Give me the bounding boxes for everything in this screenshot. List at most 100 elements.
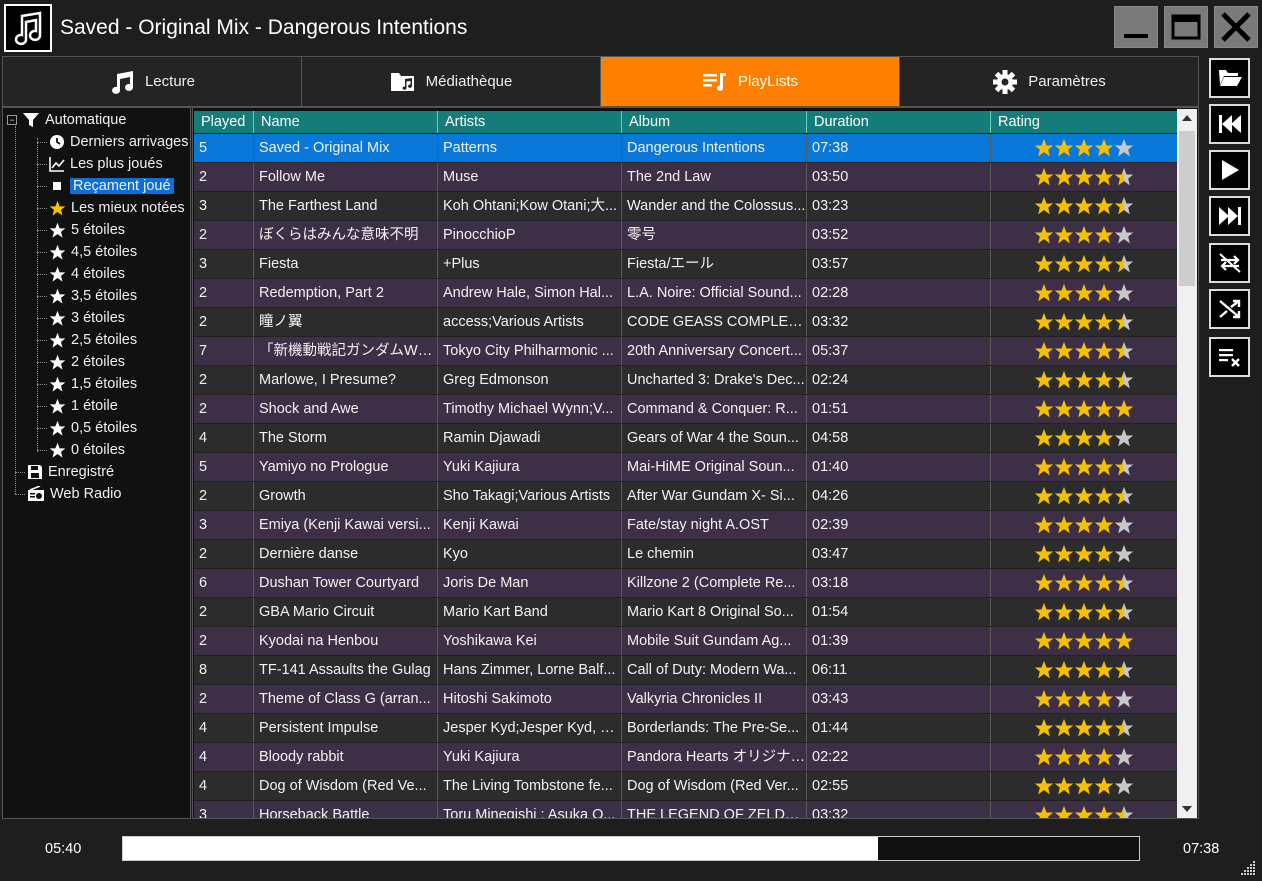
rating-stars[interactable] (991, 482, 1177, 510)
play-button[interactable] (1209, 150, 1250, 190)
star-icon (1054, 225, 1074, 245)
rating-stars[interactable] (991, 685, 1177, 713)
rating-stars[interactable] (991, 569, 1177, 597)
table-row[interactable]: 5 Yamiyo no Prologue Yuki Kajiura Mai-HiME … (194, 453, 1177, 482)
vertical-scrollbar[interactable] (1177, 109, 1197, 818)
table-row[interactable]: 8 TF-141 Assaults the Gulag Hans Zimmer, L… (194, 656, 1177, 685)
tree-node-item[interactable]: 4,5 étoiles (49, 242, 137, 262)
table-row[interactable]: 2 Redemption, Part 2 Andrew Hale, Simon Ha… (194, 279, 1177, 308)
table-row[interactable]: 4 Dog of Wisdom (Red Ve... The Living Tomb… (194, 772, 1177, 801)
tree-node-item[interactable]: 5 étoiles (49, 220, 125, 240)
tree-node-automatique[interactable]: − Automatique (7, 110, 126, 130)
rating-stars[interactable] (991, 192, 1177, 220)
rating-stars[interactable] (991, 772, 1177, 800)
tree-node-item[interactable]: 4 étoiles (49, 264, 125, 284)
rating-stars[interactable] (991, 279, 1177, 307)
table-row[interactable]: 2 Growth Sho Takagi;Various Artists After W… (194, 482, 1177, 511)
tree-node-item[interactable]: Les plus joués (49, 154, 163, 174)
table-row[interactable]: 4 Bloody rabbit Yuki Kajiura Pandora Hearts… (194, 743, 1177, 772)
cell-artists: +Plus (438, 250, 622, 278)
rating-stars[interactable] (991, 134, 1177, 162)
tree-node-item[interactable]: 0 étoiles (49, 440, 125, 460)
table-row[interactable]: 2 Shock and Awe Timothy Michael Wynn;V... C… (194, 395, 1177, 424)
tab-parametres[interactable]: Paramètres (900, 57, 1198, 106)
next-track-button[interactable] (1209, 196, 1250, 236)
rating-stars[interactable] (991, 337, 1177, 365)
tree-node-item[interactable]: Les mieux notées (49, 198, 185, 218)
column-header-artists[interactable]: Artists (438, 111, 622, 133)
table-row[interactable]: 2 Follow Me Muse The 2nd Law 03:50 (194, 163, 1177, 192)
table-row[interactable]: 3 Fiesta +Plus Fiesta/エール 03:57 (194, 250, 1177, 279)
column-header-played[interactable]: Played (194, 111, 254, 133)
column-header-album[interactable]: Album (622, 111, 807, 133)
minimize-button[interactable] (1114, 6, 1158, 48)
table-row[interactable]: 2 Theme of Class G (arran... Hitoshi Sakim… (194, 685, 1177, 714)
rating-stars[interactable] (991, 453, 1177, 481)
rating-stars[interactable] (991, 395, 1177, 423)
cell-duration: 03:47 (807, 540, 991, 568)
rating-stars[interactable] (991, 511, 1177, 539)
column-header-duration[interactable]: Duration (807, 111, 991, 133)
rating-stars[interactable] (991, 308, 1177, 336)
table-row[interactable]: 2 Dernière danse Kyo Le chemin 03:47 (194, 540, 1177, 569)
table-row[interactable]: 2 Marlowe, I Presume? Greg Edmonson Unchart… (194, 366, 1177, 395)
rating-stars[interactable] (991, 598, 1177, 626)
cell-played: 3 (194, 801, 254, 818)
tree-node-enregistre[interactable]: Enregistré (27, 462, 114, 482)
table-row[interactable]: 6 Dushan Tower Courtyard Joris De Man Killz… (194, 569, 1177, 598)
table-row[interactable]: 2 ぼくらはみんな意味不明 PinocchioP 零号 03:52 (194, 221, 1177, 250)
rating-stars[interactable] (991, 424, 1177, 452)
tree-node-item[interactable]: 2,5 étoiles (49, 330, 137, 350)
rating-stars[interactable] (991, 743, 1177, 771)
tab-mediatheque[interactable]: Médiathèque (302, 57, 601, 106)
previous-track-button[interactable] (1209, 104, 1250, 144)
table-row[interactable]: 3 Horseback Battle Toru Minegishi ; Asuka … (194, 801, 1177, 818)
table-row[interactable]: 4 Persistent Impulse Jesper Kyd;Jesper Kyd… (194, 714, 1177, 743)
star-icon (1114, 254, 1134, 274)
rating-stars[interactable] (991, 801, 1177, 818)
table-row[interactable]: 3 The Farthest Land Koh Ohtani;Kow Otani;大… (194, 192, 1177, 221)
shuffle-button[interactable] (1209, 289, 1250, 329)
rating-stars[interactable] (991, 163, 1177, 191)
table-row[interactable]: 4 The Storm Ramin Djawadi Gears of War 4 th… (194, 424, 1177, 453)
collapse-toggle-icon[interactable]: − (7, 115, 17, 125)
column-header-name[interactable]: Name (254, 111, 438, 133)
maximize-button[interactable] (1164, 6, 1208, 48)
rating-stars[interactable] (991, 656, 1177, 684)
tree-node-item[interactable]: 1 étoile (49, 396, 118, 416)
rating-stars[interactable] (991, 221, 1177, 249)
rating-stars[interactable] (991, 540, 1177, 568)
tree-node-web-radio[interactable]: Web Radio (27, 484, 121, 504)
tree-node-item[interactable]: 0,5 étoiles (49, 418, 137, 438)
tree-node-item[interactable]: Reçament joué (49, 176, 174, 196)
rating-stars[interactable] (991, 250, 1177, 278)
table-row[interactable]: 5 Saved - Original Mix Patterns Dangerous I… (194, 134, 1177, 163)
table-row[interactable]: 7 「新機動戦記ガンダムW」... Tokyo City Philharmonic … (194, 337, 1177, 366)
table-row[interactable]: 2 Kyodai na Henbou Yoshikawa Kei Mobile Sui… (194, 627, 1177, 656)
open-folder-button[interactable] (1209, 58, 1250, 98)
rating-stars[interactable] (991, 627, 1177, 655)
table-row[interactable]: 2 GBA Mario Circuit Mario Kart Band Mario K… (194, 598, 1177, 627)
scroll-up-arrow-icon[interactable] (1177, 109, 1197, 127)
scrollbar-thumb[interactable] (1179, 131, 1195, 286)
star-icon (1094, 602, 1114, 622)
resize-grip-icon[interactable] (1240, 860, 1256, 876)
repeat-toggle-button[interactable] (1209, 243, 1250, 283)
tree-node-item[interactable]: 1,5 étoiles (49, 374, 137, 394)
rating-stars[interactable] (991, 366, 1177, 394)
tree-node-item[interactable]: 2 étoiles (49, 352, 125, 372)
tab-playlists[interactable]: PlayLists (601, 57, 900, 106)
scroll-down-arrow-icon[interactable] (1177, 800, 1197, 818)
tree-node-item[interactable]: 3 étoiles (49, 308, 125, 328)
tab-lecture[interactable]: Lecture (3, 57, 302, 106)
column-header-rating[interactable]: Rating (991, 111, 1177, 133)
cell-album: 零号 (622, 221, 807, 249)
progress-bar[interactable] (122, 836, 1140, 861)
clear-playlist-button[interactable] (1209, 337, 1250, 377)
table-row[interactable]: 2 瞳ノ翼 access;Various Artists CODE GEASS COM… (194, 308, 1177, 337)
tree-node-item[interactable]: Derniers arrivages (49, 132, 188, 152)
close-button[interactable] (1214, 6, 1258, 48)
rating-stars[interactable] (991, 714, 1177, 742)
tree-node-item[interactable]: 3,5 étoiles (49, 286, 137, 306)
table-row[interactable]: 3 Emiya (Kenji Kawai versi... Kenji Kawai F… (194, 511, 1177, 540)
